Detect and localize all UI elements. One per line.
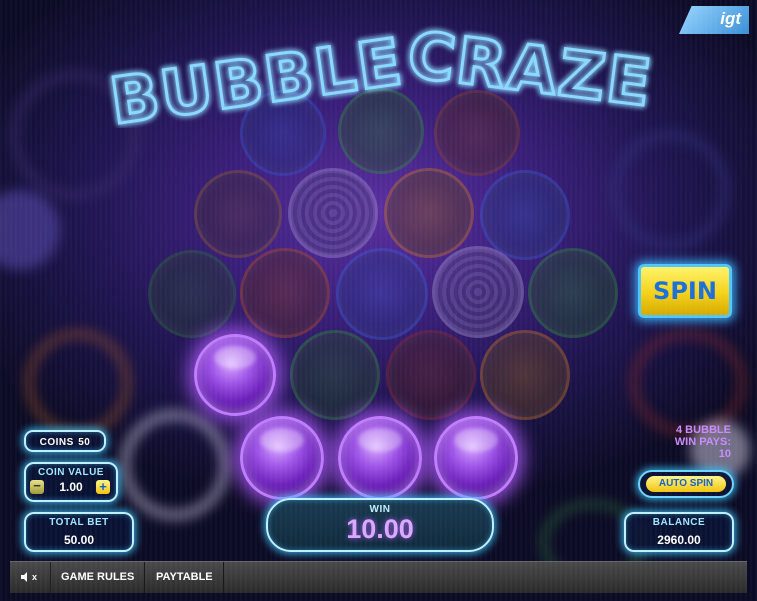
coins-panel[interactable]: COINS 50 — [24, 430, 106, 452]
win-value: 10.00 — [346, 514, 414, 544]
game-title: BUBBLE CRAZE — [104, 18, 658, 128]
bubble — [194, 170, 282, 258]
spin-button[interactable]: SPIN — [638, 264, 732, 318]
coin-value-panel: COIN VALUE − 1.00 + — [24, 462, 118, 502]
bubble — [240, 248, 330, 338]
plus-icon[interactable]: + — [96, 480, 110, 494]
bubble — [528, 248, 618, 338]
background-bubble — [120, 410, 230, 520]
winning-bubble — [194, 334, 276, 416]
background-bubble — [25, 330, 131, 436]
winning-bubble — [434, 416, 518, 500]
win-info-line: 10 — [718, 448, 731, 460]
winning-bubble — [240, 416, 324, 500]
bubble — [288, 168, 378, 258]
balance-panel: BALANCE 2960.00 — [624, 512, 734, 552]
game-rules-button[interactable]: GAME RULES — [51, 562, 146, 593]
bubble — [480, 170, 570, 260]
speaker-mute-icon — [21, 572, 27, 583]
bubble — [336, 248, 428, 340]
mute-button[interactable]: x — [10, 562, 51, 593]
balance-value: 2960.00 — [657, 533, 701, 547]
title-word-2: CRAZE — [404, 18, 657, 121]
bubble — [386, 330, 476, 420]
bubble — [480, 330, 570, 420]
title-word-1: BUBBLE — [106, 25, 408, 128]
bottom-bar: x GAME RULES PAYTABLE — [10, 561, 747, 593]
winning-bubble — [338, 416, 422, 500]
background-bubble — [610, 130, 730, 250]
bubble — [290, 330, 380, 420]
bubble — [148, 250, 236, 338]
coins-value: 50 — [78, 437, 91, 448]
coin-value-label: COIN VALUE — [38, 467, 104, 478]
total-bet-label: TOTAL BET — [49, 517, 109, 528]
auto-spin-button[interactable]: AUTO SPIN — [638, 470, 734, 498]
win-info: 4 BUBBLE WIN PAYS: 10 — [675, 424, 731, 460]
paytable-button[interactable]: PAYTABLE — [146, 562, 224, 593]
background-bubble — [0, 190, 60, 270]
win-panel: WIN 10.00 — [266, 498, 494, 552]
total-bet-panel: TOTAL BET 50.00 — [24, 512, 134, 552]
bubble — [384, 168, 474, 258]
win-info-line: 4 BUBBLE — [675, 424, 731, 436]
mute-suffix: x — [32, 572, 38, 582]
bubble — [432, 246, 524, 338]
background-bubble — [630, 330, 746, 436]
auto-spin-label: AUTO SPIN — [646, 476, 726, 492]
balance-label: BALANCE — [652, 517, 706, 528]
igt-logo: igt — [679, 6, 749, 34]
game-stage: BUBBLE CRAZE igt SPIN 4 BUBBLE WIN PAYS:… — [0, 0, 757, 601]
win-info-line: WIN PAYS: — [674, 436, 731, 448]
coins-label: COINS — [39, 437, 74, 448]
total-bet-value: 50.00 — [63, 533, 95, 547]
